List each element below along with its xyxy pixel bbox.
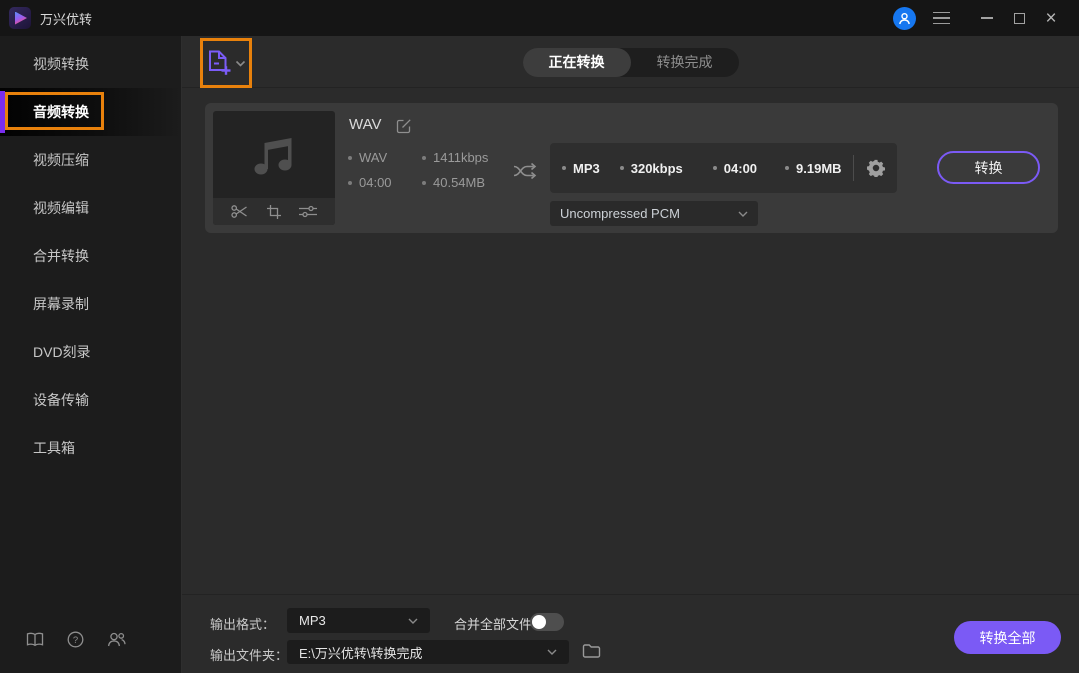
convert-tabs: 正在转换 转换完成	[522, 48, 739, 77]
titlebar: 万兴优转 ×	[0, 0, 1079, 36]
guide-book-icon[interactable]	[26, 632, 44, 647]
chevron-down-icon	[235, 60, 246, 67]
sidebar-item-audio-convert[interactable]: 音频转换	[0, 88, 181, 136]
sidebar-item-label: 设备传输	[33, 392, 89, 408]
sidebar-item-label: 视频压缩	[33, 152, 89, 168]
sidebar-item-label: DVD刻录	[33, 344, 91, 360]
source-duration: 04:00	[348, 175, 414, 190]
sidebar-item-screen-record[interactable]: 屏幕录制	[0, 280, 181, 328]
bottom-bar: 输出格式： MP3 合并全部文件 输出文件夹： E:\万兴优转\转换完成 转换全…	[182, 594, 1079, 673]
merge-all-toggle[interactable]	[530, 613, 564, 631]
trim-scissors-icon[interactable]	[231, 204, 248, 219]
toggle-knob	[532, 615, 546, 629]
convert-button[interactable]: 转换	[937, 151, 1040, 184]
add-file-button[interactable]	[200, 38, 252, 88]
sidebar-item-merge-convert[interactable]: 合并转换	[0, 232, 181, 280]
output-format-value: MP3	[299, 613, 326, 628]
source-bitrate: 1411kbps	[422, 150, 488, 165]
sidebar-item-label: 合并转换	[33, 248, 89, 264]
output-folder-label: 输出文件夹：	[210, 648, 289, 663]
tab-converting[interactable]: 正在转换	[522, 48, 631, 77]
chevron-down-icon	[547, 649, 557, 655]
merge-all-label: 合并全部文件	[454, 617, 533, 632]
output-settings-box: MP3 320kbps 04:00 9.19MB	[550, 143, 897, 193]
sidebar-item-device-transfer[interactable]: 设备传输	[0, 376, 181, 424]
content-header: 正在转换 转换完成	[182, 36, 1079, 88]
output-size: 9.19MB	[785, 161, 842, 176]
active-accent-bar	[0, 91, 5, 133]
music-note-icon	[213, 111, 335, 198]
divider	[853, 155, 854, 181]
output-folder-dropdown[interactable]: E:\万兴优转\转换完成	[287, 640, 569, 664]
output-format: MP3	[562, 161, 600, 176]
app-title: 万兴优转	[40, 11, 93, 27]
sidebar-item-label: 音频转换	[33, 104, 89, 120]
help-icon[interactable]: ?	[67, 631, 84, 648]
output-folder-path: E:\万兴优转\转换完成	[299, 645, 423, 661]
file-thumbnail	[213, 111, 335, 225]
sidebar-item-toolbox[interactable]: 工具箱	[0, 424, 181, 472]
svg-text:?: ?	[73, 635, 78, 646]
shuffle-arrows-icon	[511, 161, 539, 186]
codec-value: Uncompressed PCM	[560, 206, 680, 221]
sidebar-item-label: 屏幕录制	[33, 296, 89, 312]
user-avatar[interactable]	[893, 6, 916, 30]
sidebar-item-label: 视频编辑	[33, 200, 89, 216]
folder-icon[interactable]	[582, 643, 601, 659]
sidebar: 视频转换 音频转换 视频压缩 视频编辑 合并转换 屏幕录制 DVD刻录 设备传输…	[0, 36, 182, 673]
convert-all-button[interactable]: 转换全部	[954, 621, 1061, 654]
file-title: WAV	[349, 116, 382, 133]
output-format-label: 输出格式：	[210, 617, 276, 632]
chevron-down-icon	[738, 211, 748, 217]
minimize-button[interactable]	[973, 5, 1001, 31]
sidebar-item-label: 视频转换	[33, 56, 89, 72]
sidebar-item-video-compress[interactable]: 视频压缩	[0, 136, 181, 184]
maximize-button[interactable]	[1005, 5, 1033, 31]
minimize-icon	[981, 17, 993, 19]
menu-icon[interactable]	[933, 11, 950, 25]
chevron-down-icon	[408, 618, 418, 624]
source-format: WAV	[348, 150, 414, 165]
tab-finished[interactable]: 转换完成	[631, 48, 739, 77]
edit-icon[interactable]	[396, 118, 412, 139]
sidebar-item-label: 工具箱	[33, 440, 75, 456]
codec-dropdown[interactable]: Uncompressed PCM	[550, 201, 758, 226]
source-size: 40.54MB	[422, 175, 488, 190]
close-icon: ×	[1045, 7, 1057, 29]
crop-icon[interactable]	[266, 204, 281, 219]
add-file-icon	[209, 50, 231, 75]
user-icon	[899, 12, 910, 24]
adjust-sliders-icon[interactable]	[298, 205, 317, 218]
output-bitrate: 320kbps	[619, 161, 683, 176]
output-duration: 04:00	[712, 161, 757, 176]
thumbnail-toolbar	[213, 198, 335, 225]
sidebar-item-video-convert[interactable]: 视频转换	[0, 40, 181, 88]
window-controls: ×	[893, 5, 1079, 31]
sidebar-footer: ?	[26, 631, 126, 648]
sidebar-item-video-edit[interactable]: 视频编辑	[0, 184, 181, 232]
close-button[interactable]: ×	[1037, 5, 1065, 31]
source-info: WAV 1411kbps 04:00 40.54MB	[348, 150, 488, 190]
sidebar-item-dvd-burn[interactable]: DVD刻录	[0, 328, 181, 376]
file-card: WAV WAV 1411kbps 04:00 40.54MB MP3 320kb…	[205, 103, 1058, 233]
maximize-icon	[1013, 12, 1025, 24]
gear-icon[interactable]	[867, 159, 885, 177]
contact-people-icon[interactable]	[107, 632, 126, 647]
app-logo-icon	[9, 7, 31, 29]
output-format-dropdown[interactable]: MP3	[287, 608, 430, 633]
